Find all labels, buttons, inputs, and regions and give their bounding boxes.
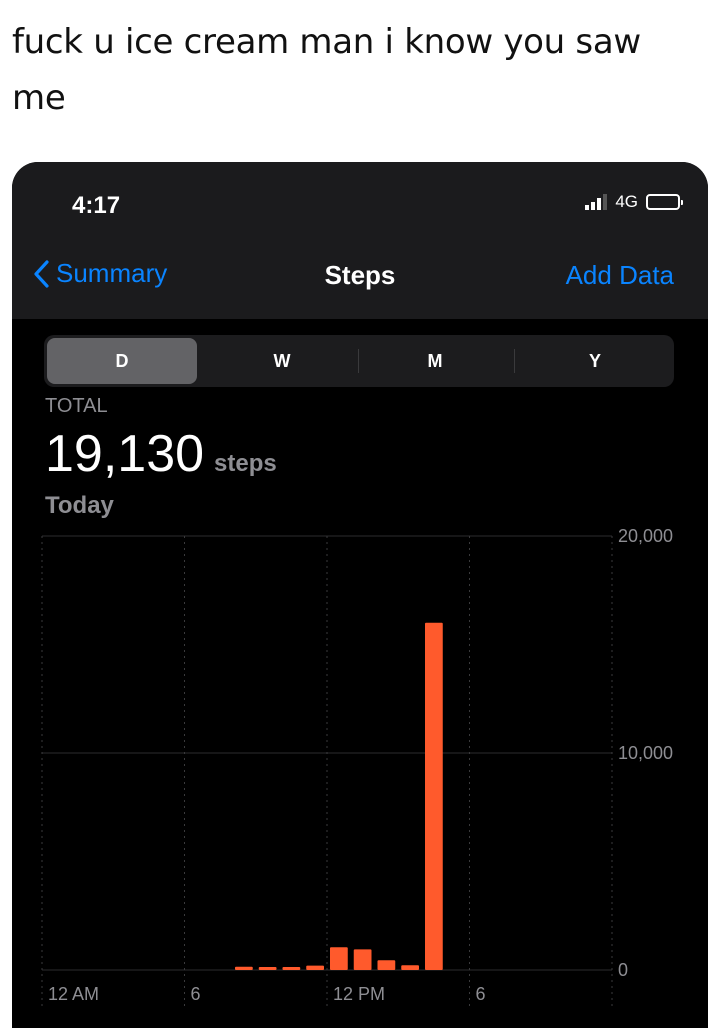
- segment-week[interactable]: W: [207, 338, 357, 384]
- total-steps-value: 19,130: [45, 425, 205, 483]
- header-bar: 4:17 4G Summary Steps Add Data: [12, 162, 708, 319]
- x-tick-label: 6: [191, 984, 201, 1004]
- chart-bar-hour-8: [235, 966, 253, 970]
- status-time: 4:17: [72, 192, 121, 219]
- segment-month[interactable]: M: [360, 338, 510, 384]
- status-indicators: 4G: [585, 192, 683, 212]
- y-tick-label: 0: [618, 960, 628, 980]
- segment-day[interactable]: D: [47, 338, 197, 384]
- period-segmented-control: D W M Y: [44, 335, 674, 387]
- chart-bar-hour-15: [401, 965, 419, 970]
- signal-icon: [585, 194, 608, 210]
- add-data-button[interactable]: Add Data: [566, 260, 674, 291]
- y-tick-label: 20,000: [618, 526, 673, 546]
- y-tick-label: 10,000: [618, 743, 673, 763]
- segment-year[interactable]: Y: [520, 338, 670, 384]
- x-tick-label: 6: [476, 984, 486, 1004]
- chart-bar-hour-14: [377, 960, 396, 970]
- chart-bar-hour-10: [282, 967, 301, 970]
- segment-divider: [514, 349, 515, 373]
- x-tick-label: 12 PM: [333, 984, 385, 1004]
- x-tick-label: 12 AM: [48, 984, 99, 1004]
- network-type: 4G: [615, 192, 638, 211]
- navigation-bar: Summary Steps Add Data: [12, 254, 708, 306]
- chart-bar-hour-12: [330, 947, 348, 970]
- total-steps-unit: steps: [214, 450, 277, 477]
- back-button[interactable]: Summary: [32, 258, 167, 289]
- period-label: Today: [45, 492, 114, 519]
- chart-bar-hour-9: [258, 967, 277, 970]
- chart-bar-hour-11: [306, 965, 324, 970]
- total-value-row: 19,130 steps: [45, 424, 277, 484]
- back-label: Summary: [56, 258, 168, 288]
- post-caption: fuck u ice cream man i know you saw me: [12, 22, 641, 118]
- segment-divider: [358, 349, 359, 373]
- phone-screenshot: 4:17 4G Summary Steps Add Data D W M Y T…: [12, 162, 708, 1028]
- battery-icon: [646, 194, 683, 210]
- total-label: TOTAL: [45, 395, 108, 417]
- chart-bar-hour-16: [425, 622, 443, 970]
- steps-bar-chart[interactable]: 20,000 10,000 0 12 AM 6 12 PM 6: [12, 522, 708, 1022]
- chevron-left-icon: [34, 259, 49, 288]
- chart-bar-hour-13: [353, 949, 372, 970]
